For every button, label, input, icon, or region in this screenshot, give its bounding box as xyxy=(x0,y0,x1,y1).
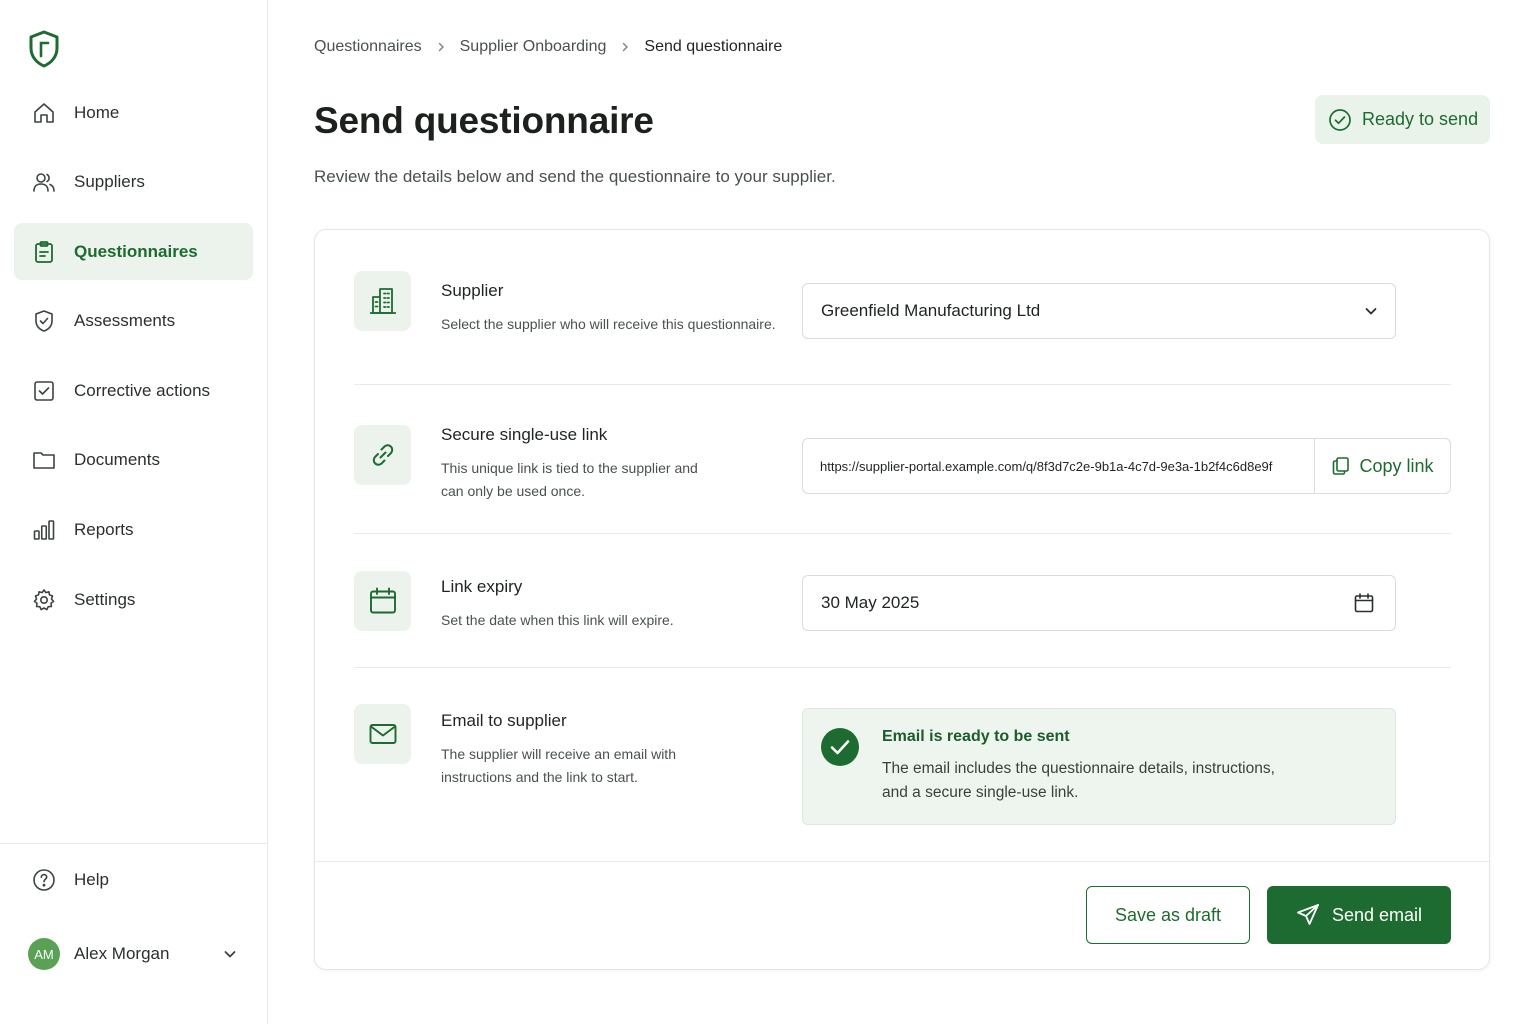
sidebar-item-questionnaires[interactable]: Questionnaires xyxy=(14,223,253,281)
chevron-right-icon xyxy=(435,41,447,53)
sidebar-item-label: Documents xyxy=(74,450,160,470)
notice-title: Email is ready to be sent xyxy=(882,728,1070,745)
chevron-down-icon xyxy=(1363,303,1379,319)
calendar-icon xyxy=(1353,592,1375,614)
sidebar-item-documents[interactable]: Documents xyxy=(14,432,253,489)
expiry-date-picker[interactable]: 30 May 2025 xyxy=(802,575,1396,631)
checkbox-icon xyxy=(32,379,56,403)
sidebar-item-suppliers[interactable]: Suppliers xyxy=(14,154,253,211)
check-circle-filled-icon xyxy=(821,728,859,766)
send-form-card: Supplier Select the supplier who will re… xyxy=(314,229,1490,970)
users-icon xyxy=(32,170,56,194)
folder-icon xyxy=(32,448,56,472)
send-email-label: Send email xyxy=(1331,904,1423,925)
logo-shield-icon[interactable] xyxy=(28,30,60,68)
sidebar-item-corrective-actions[interactable]: Corrective actions xyxy=(14,362,253,419)
supplier-selected-value: Greenfield Manufacturing Ltd xyxy=(821,301,1041,320)
breadcrumb: Questionnaires Supplier Onboarding Send … xyxy=(314,38,782,56)
email-desc: The supplier will receive an email with … xyxy=(441,746,676,785)
secure-link-input[interactable] xyxy=(803,439,1314,493)
sidebar-item-label: Reports xyxy=(74,520,134,540)
mail-icon xyxy=(354,704,411,764)
breadcrumb-supplier-onboarding[interactable]: Supplier Onboarding xyxy=(460,38,607,56)
supplier-desc: Select the supplier who will receive thi… xyxy=(441,316,776,332)
avatar: AM xyxy=(28,938,60,970)
copy-link-button[interactable]: Copy link xyxy=(1314,439,1450,493)
breadcrumb-questionnaires[interactable]: Questionnaires xyxy=(314,38,422,56)
sidebar-item-assessments[interactable]: Assessments xyxy=(14,293,253,350)
building-icon xyxy=(354,271,411,331)
link-title: Secure single-use link xyxy=(441,425,608,444)
user-menu[interactable]: AM Alex Morgan xyxy=(28,938,238,970)
help-label: Help xyxy=(74,870,109,889)
card-footer-divider xyxy=(315,861,1489,862)
divider xyxy=(354,384,1451,385)
sidebar-item-reports[interactable]: Reports xyxy=(14,502,253,559)
notice-text: The email includes the questionnaire det… xyxy=(882,760,1275,801)
shield-check-icon xyxy=(32,309,56,333)
link-icon xyxy=(354,425,411,485)
chevron-down-icon xyxy=(222,946,238,962)
expiry-desc: Set the date when this link will expire. xyxy=(441,612,674,628)
expiry-title: Link expiry xyxy=(441,577,523,596)
clipboard-icon xyxy=(32,240,56,264)
status-label: Ready to send xyxy=(1362,109,1479,129)
copy-link-label: Copy link xyxy=(1359,455,1434,476)
home-icon xyxy=(32,101,56,125)
divider xyxy=(354,667,1451,668)
secure-link-field: Copy link xyxy=(802,438,1451,494)
sidebar-item-label: Home xyxy=(74,102,120,122)
sidebar-item-label: Questionnaires xyxy=(74,241,198,261)
save-draft-button[interactable]: Save as draft xyxy=(1086,886,1250,944)
expiry-date-value: 30 May 2025 xyxy=(821,593,920,612)
sidebar-item-label: Corrective actions xyxy=(74,380,211,400)
breadcrumb-current: Send questionnaire xyxy=(644,38,783,55)
sidebar-item-settings[interactable]: Settings xyxy=(14,571,253,628)
sidebar-nav: Home Suppliers Questionnaires Assessment… xyxy=(14,84,253,641)
check-circle-icon xyxy=(1328,108,1352,132)
email-ready-notice: Email is ready to be sent The email incl… xyxy=(802,708,1396,825)
sidebar-item-label: Assessments xyxy=(74,311,176,331)
page-subtitle: Review the details below and send the qu… xyxy=(314,167,836,186)
send-icon xyxy=(1296,903,1320,927)
link-desc: This unique link is tied to the supplier… xyxy=(441,460,698,499)
email-title: Email to supplier xyxy=(441,711,567,730)
bar-chart-icon xyxy=(32,518,56,542)
help-circle-icon xyxy=(32,868,56,892)
chevron-right-icon xyxy=(619,41,631,53)
sidebar-item-label: Suppliers xyxy=(74,172,145,192)
divider xyxy=(354,533,1451,534)
page-title: Send questionnaire xyxy=(314,100,654,141)
sidebar-item-home[interactable]: Home xyxy=(14,84,253,141)
sidebar-footer: Help AM Alex Morgan xyxy=(0,843,267,970)
sidebar-item-label: Settings xyxy=(74,589,136,609)
help-link[interactable]: Help xyxy=(32,868,109,892)
supplier-select[interactable]: Greenfield Manufacturing Ltd xyxy=(802,283,1396,339)
user-name: Alex Morgan xyxy=(74,944,170,963)
gear-icon xyxy=(32,588,56,612)
status-badge: Ready to send xyxy=(1315,95,1490,144)
copy-icon xyxy=(1331,456,1351,476)
sidebar: Home Suppliers Questionnaires Assessment… xyxy=(0,0,268,1024)
calendar-icon xyxy=(354,571,411,631)
send-email-button[interactable]: Send email xyxy=(1267,886,1451,944)
supplier-title: Supplier xyxy=(441,281,504,300)
